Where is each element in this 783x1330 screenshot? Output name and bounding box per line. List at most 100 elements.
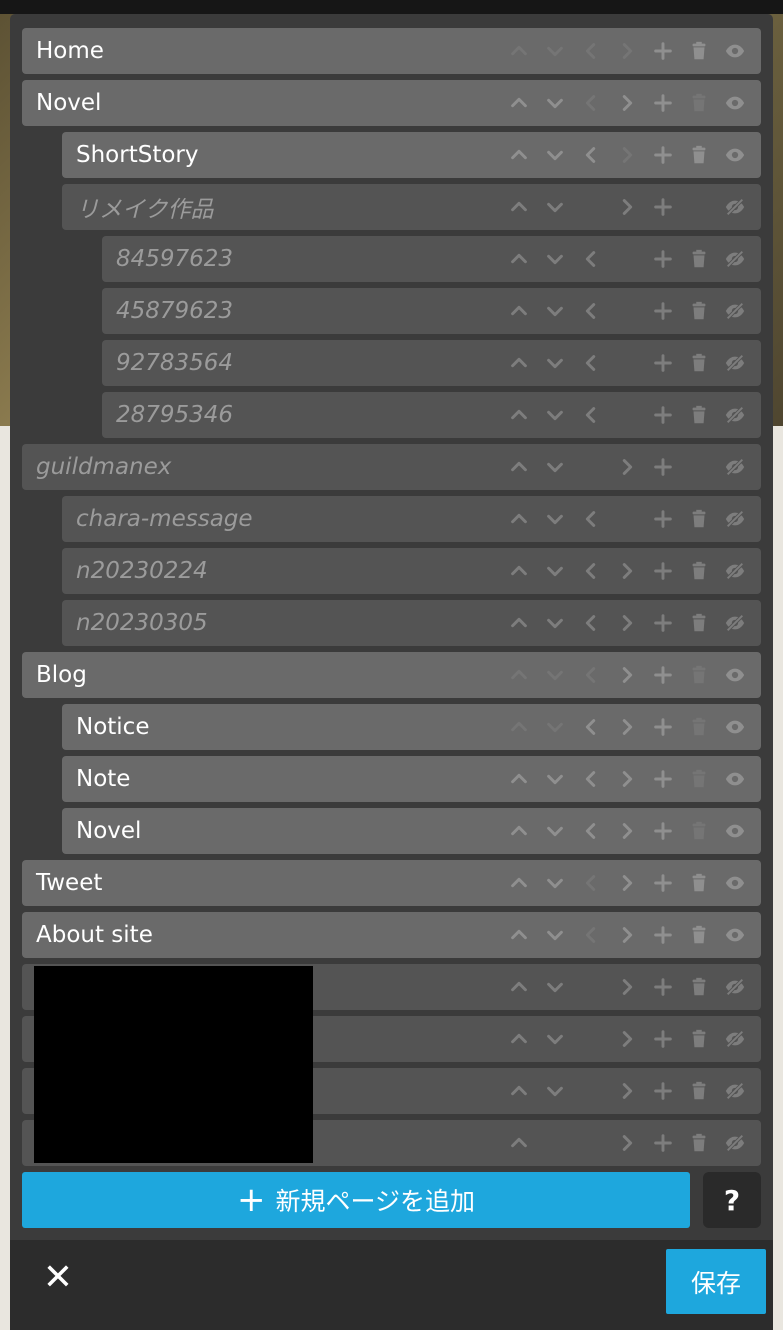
chevron-right-icon[interactable] bbox=[609, 1120, 645, 1166]
chevron-right-icon[interactable] bbox=[609, 1016, 645, 1062]
chevron-right-icon[interactable] bbox=[609, 132, 645, 178]
plus-icon[interactable] bbox=[645, 392, 681, 438]
plus-icon[interactable] bbox=[645, 652, 681, 698]
chevron-up-icon[interactable] bbox=[501, 80, 537, 126]
trash-icon[interactable] bbox=[681, 964, 717, 1010]
eye-slash-icon[interactable] bbox=[717, 288, 753, 334]
chevron-left-icon[interactable] bbox=[573, 80, 609, 126]
plus-icon[interactable] bbox=[645, 964, 681, 1010]
eye-slash-icon[interactable] bbox=[717, 1120, 753, 1166]
trash-icon[interactable] bbox=[681, 80, 717, 126]
eye-slash-icon[interactable] bbox=[717, 600, 753, 646]
chevron-down-icon[interactable] bbox=[537, 392, 573, 438]
plus-icon[interactable] bbox=[645, 860, 681, 906]
chevron-left-icon[interactable] bbox=[573, 392, 609, 438]
trash-icon[interactable] bbox=[681, 704, 717, 750]
plus-icon[interactable] bbox=[645, 548, 681, 594]
trash-icon[interactable] bbox=[681, 132, 717, 178]
eye-icon[interactable] bbox=[717, 28, 753, 74]
chevron-down-icon[interactable] bbox=[537, 184, 573, 230]
tree-row[interactable]: Note bbox=[62, 756, 761, 802]
eye-icon[interactable] bbox=[717, 704, 753, 750]
tree-row[interactable]: 92783564 bbox=[102, 340, 761, 386]
chevron-up-icon[interactable] bbox=[501, 496, 537, 542]
chevron-left-icon[interactable] bbox=[573, 288, 609, 334]
save-button[interactable]: 保存 bbox=[666, 1249, 766, 1314]
chevron-right-icon[interactable] bbox=[609, 756, 645, 802]
plus-icon[interactable] bbox=[645, 1068, 681, 1114]
chevron-right-icon[interactable] bbox=[609, 444, 645, 490]
add-page-button[interactable]: + 新規ページを追加 bbox=[22, 1172, 690, 1228]
trash-icon[interactable] bbox=[681, 288, 717, 334]
chevron-left-icon[interactable] bbox=[573, 652, 609, 698]
chevron-up-icon[interactable] bbox=[501, 184, 537, 230]
trash-icon[interactable] bbox=[681, 1120, 717, 1166]
tree-row[interactable]: Tweet bbox=[22, 860, 761, 906]
chevron-down-icon[interactable] bbox=[537, 964, 573, 1010]
plus-icon[interactable] bbox=[645, 236, 681, 282]
plus-icon[interactable] bbox=[645, 132, 681, 178]
plus-icon[interactable] bbox=[645, 1120, 681, 1166]
eye-slash-icon[interactable] bbox=[717, 496, 753, 542]
chevron-up-icon[interactable] bbox=[501, 1068, 537, 1114]
chevron-left-icon[interactable] bbox=[573, 496, 609, 542]
plus-icon[interactable] bbox=[645, 756, 681, 802]
tree-row[interactable]: n20230224 bbox=[62, 548, 761, 594]
chevron-up-icon[interactable] bbox=[501, 808, 537, 854]
help-button[interactable]: ? bbox=[703, 1172, 761, 1228]
tree-row[interactable]: Notice bbox=[62, 704, 761, 750]
tree-row[interactable]: リメイク作品 bbox=[62, 184, 761, 230]
tree-row[interactable]: About site bbox=[22, 912, 761, 958]
chevron-down-icon[interactable] bbox=[537, 340, 573, 386]
chevron-right-icon[interactable] bbox=[609, 80, 645, 126]
chevron-down-icon[interactable] bbox=[537, 1068, 573, 1114]
chevron-down-icon[interactable] bbox=[537, 444, 573, 490]
chevron-down-icon[interactable] bbox=[537, 80, 573, 126]
eye-slash-icon[interactable] bbox=[717, 1068, 753, 1114]
chevron-up-icon[interactable] bbox=[501, 912, 537, 958]
chevron-left-icon[interactable] bbox=[573, 600, 609, 646]
eye-icon[interactable] bbox=[717, 808, 753, 854]
tree-row[interactable]: 45879623 bbox=[102, 288, 761, 334]
trash-icon[interactable] bbox=[681, 860, 717, 906]
trash-icon[interactable] bbox=[681, 1016, 717, 1062]
tree-row[interactable]: n20230305 bbox=[62, 600, 761, 646]
plus-icon[interactable] bbox=[645, 704, 681, 750]
chevron-up-icon[interactable] bbox=[501, 1120, 537, 1166]
plus-icon[interactable] bbox=[645, 600, 681, 646]
plus-icon[interactable] bbox=[645, 808, 681, 854]
chevron-left-icon[interactable] bbox=[573, 808, 609, 854]
tree-row[interactable]: 84597623 bbox=[102, 236, 761, 282]
chevron-right-icon[interactable] bbox=[609, 1068, 645, 1114]
chevron-up-icon[interactable] bbox=[501, 704, 537, 750]
chevron-down-icon[interactable] bbox=[537, 28, 573, 74]
chevron-down-icon[interactable] bbox=[537, 756, 573, 802]
chevron-left-icon[interactable] bbox=[573, 28, 609, 74]
plus-icon[interactable] bbox=[645, 80, 681, 126]
eye-icon[interactable] bbox=[717, 912, 753, 958]
eye-slash-icon[interactable] bbox=[717, 184, 753, 230]
chevron-right-icon[interactable] bbox=[609, 964, 645, 1010]
trash-icon[interactable] bbox=[681, 808, 717, 854]
chevron-down-icon[interactable] bbox=[537, 704, 573, 750]
chevron-left-icon[interactable] bbox=[573, 704, 609, 750]
tree-row[interactable]: Novel bbox=[22, 80, 761, 126]
trash-icon[interactable] bbox=[681, 912, 717, 958]
trash-icon[interactable] bbox=[681, 236, 717, 282]
close-button[interactable]: ✕ bbox=[36, 1255, 80, 1299]
chevron-up-icon[interactable] bbox=[501, 652, 537, 698]
chevron-down-icon[interactable] bbox=[537, 808, 573, 854]
chevron-left-icon[interactable] bbox=[573, 340, 609, 386]
chevron-up-icon[interactable] bbox=[501, 1016, 537, 1062]
plus-icon[interactable] bbox=[645, 184, 681, 230]
chevron-down-icon[interactable] bbox=[537, 548, 573, 594]
chevron-down-icon[interactable] bbox=[537, 236, 573, 282]
trash-icon[interactable] bbox=[681, 340, 717, 386]
tree-row[interactable]: guildmanex bbox=[22, 444, 761, 490]
chevron-right-icon[interactable] bbox=[609, 28, 645, 74]
trash-icon[interactable] bbox=[681, 548, 717, 594]
eye-slash-icon[interactable] bbox=[717, 1016, 753, 1062]
chevron-up-icon[interactable] bbox=[501, 132, 537, 178]
chevron-right-icon[interactable] bbox=[609, 704, 645, 750]
tree-row[interactable]: chara-message bbox=[62, 496, 761, 542]
